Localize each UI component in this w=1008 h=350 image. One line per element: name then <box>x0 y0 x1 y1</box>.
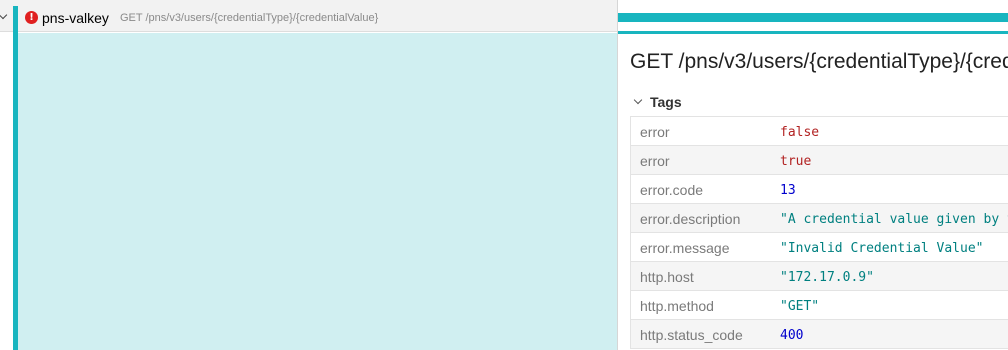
tag-value: false <box>780 125 820 140</box>
tags-table: error false error true error.code 13 error.des… <box>630 116 1008 349</box>
tag-key: error <box>640 124 670 140</box>
service-name: pns-valkey <box>42 10 109 26</box>
span-timeline-border <box>618 31 1008 34</box>
span-detail-panel: GET /pns/v3/users/{credentialType}/{cred… <box>618 0 1008 350</box>
span-row[interactable]: ! pns-valkey GET /pns/v3/users/{credenti… <box>0 0 617 32</box>
tag-key: http.host <box>640 269 694 285</box>
tag-value: true <box>780 154 812 169</box>
tag-value: "A credential value given by the user is… <box>780 212 1008 227</box>
tag-key: http.method <box>640 298 714 314</box>
operation-name: GET /pns/v3/users/{credentialType}/{cred… <box>120 12 379 24</box>
tag-row[interactable]: error.code 13 <box>631 175 1008 204</box>
tag-value: "GET" <box>780 299 820 314</box>
tag-row[interactable]: http.host "172.17.0.9" <box>631 262 1008 291</box>
span-detail-title: GET /pns/v3/users/{credentialType}/{cred… <box>630 50 1008 73</box>
tag-row[interactable]: error.description "A credential value giv… <box>631 204 1008 233</box>
tag-value: 400 <box>780 328 804 343</box>
chevron-down-icon[interactable] <box>633 95 643 105</box>
tag-key: error.description <box>640 211 741 227</box>
error-icon: ! <box>25 11 38 24</box>
tag-value: "Invalid Credential Value" <box>780 241 984 256</box>
tag-row[interactable]: http.method "GET" <box>631 291 1008 320</box>
tag-row[interactable]: error true <box>631 146 1008 175</box>
span-detail-row-background <box>18 33 617 350</box>
span-timeline-bar <box>618 13 1008 22</box>
chevron-down-icon[interactable] <box>0 10 8 20</box>
tags-section-header[interactable]: Tags <box>650 94 682 110</box>
tag-row[interactable]: error.message "Invalid Credential Value" <box>631 233 1008 262</box>
tag-key: error.code <box>640 182 704 198</box>
span-tree-panel: ! pns-valkey GET /pns/v3/users/{credenti… <box>0 0 617 350</box>
tag-value: 13 <box>780 183 796 198</box>
tag-key: error.message <box>640 240 730 256</box>
tag-key: error <box>640 153 670 169</box>
tag-key: http.status_code <box>640 327 743 343</box>
tag-row[interactable]: error false <box>631 117 1008 146</box>
tag-value: "172.17.0.9" <box>780 270 874 285</box>
tag-row[interactable]: http.status_code 400 <box>631 320 1008 349</box>
